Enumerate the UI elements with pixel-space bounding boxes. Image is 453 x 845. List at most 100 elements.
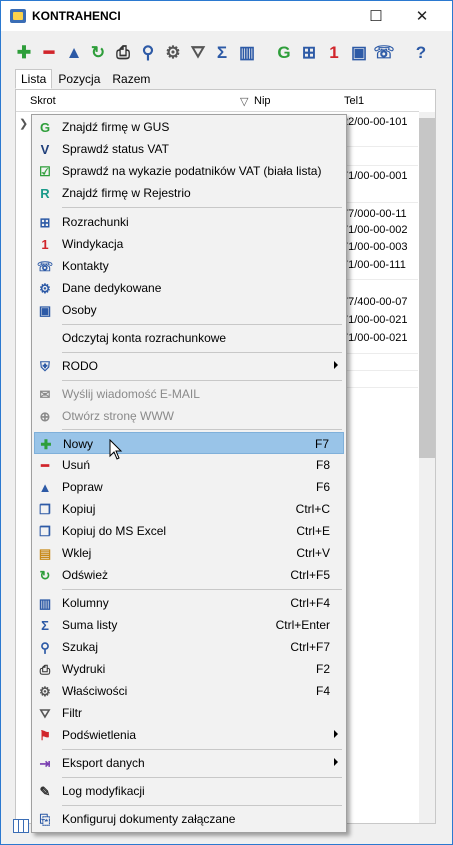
menu-item-kopiuj[interactable]: ❐ Kopiuj Ctrl+C — [34, 498, 344, 520]
menu-separator — [62, 207, 342, 208]
menu-item-kopiuj-excel[interactable]: ❐ Kopiuj do MS Excel Ctrl+E — [34, 520, 344, 542]
menu-item-szukaj[interactable]: ⚲ Szukaj Ctrl+F7 — [34, 636, 344, 658]
tel1-cell: 77/400-00-07 — [342, 296, 408, 308]
filter-icon[interactable]: ⛛ — [188, 42, 208, 62]
menu-separator — [62, 749, 342, 750]
tab-razem[interactable]: Razem — [106, 69, 156, 89]
menu-item-wydruki[interactable]: ⎙ Wydruki F2 — [34, 658, 344, 680]
menu-item-shortcut: Ctrl+E — [296, 524, 330, 538]
column-header-tel1[interactable]: Tel1 — [344, 95, 364, 107]
contacts-icon[interactable]: ☏ — [373, 42, 394, 62]
menu-item-eksport[interactable]: ⇥ Eksport danych — [34, 752, 344, 774]
help-icon[interactable]: ? — [411, 42, 431, 62]
print-icon: ⎙ — [39, 661, 51, 677]
menu-item-suma-listy[interactable]: Σ Suma listy Ctrl+Enter — [34, 614, 344, 636]
maximize-button[interactable]: ☐ — [359, 1, 393, 31]
menu-item-rozrachunki[interactable]: ⊞ Rozrachunki — [34, 211, 344, 233]
submenu-arrow-icon — [334, 730, 338, 738]
remove-icon[interactable]: ━ — [39, 42, 59, 62]
menu-item-white-list[interactable]: ☑ Sprawdź na wykazie podatników VAT (biał… — [34, 160, 344, 182]
menu-item-label: Suma listy — [62, 618, 118, 632]
sort-desc-icon: ▽ — [240, 96, 249, 108]
menu-item-label: Sprawdź na wykazie podatników VAT (biała… — [62, 164, 322, 178]
menu-item-label: Wklej — [62, 546, 92, 560]
menu-item-label: Dane dedykowane — [62, 281, 162, 295]
menu-item-gus[interactable]: G Znajdź firmę w GUS — [34, 116, 344, 138]
settlements-icon: ⊞ — [39, 214, 51, 230]
add-icon[interactable]: ✚ — [14, 42, 34, 62]
menu-item-konfiguruj[interactable]: ⎘ Konfiguruj dokumenty załączane — [34, 808, 344, 830]
menu-item-wklej[interactable]: ▤ Wklej Ctrl+V — [34, 542, 344, 564]
persons-icon[interactable]: ▣ — [349, 42, 369, 62]
export-icon: ⇥ — [39, 755, 51, 771]
menu-separator — [62, 352, 342, 353]
contacts-icon: ☏ — [36, 258, 54, 274]
menu-item-shortcut: Ctrl+F5 — [290, 568, 330, 582]
refresh-icon[interactable]: ↻ — [88, 42, 108, 62]
menu-item-podswietlenia[interactable]: ⚑ Podświetlenia — [34, 724, 344, 746]
log-icon: ✎ — [39, 783, 51, 799]
menu-item-dane-dedykowane[interactable]: ⚙ Dane dedykowane — [34, 277, 344, 299]
menu-item-shortcut: F6 — [315, 480, 330, 494]
menu-item-label: Kopiuj — [62, 502, 96, 516]
close-button[interactable]: ✕ — [405, 1, 439, 31]
current-row-marker: ❯ — [19, 118, 29, 130]
menu-item-vat-status[interactable]: V Sprawdź status VAT — [34, 138, 344, 160]
menu-item-windykacja[interactable]: 1 Windykacja — [34, 233, 344, 255]
menu-item-label: Szukaj — [62, 640, 99, 654]
email-icon: ✉ — [39, 386, 51, 402]
gus-icon[interactable]: G — [274, 42, 294, 62]
copy-excel-icon: ❐ — [39, 523, 51, 539]
tel1-cell: 71/00-00-002 — [342, 224, 408, 236]
menu-item-shortcut: Ctrl+F4 — [290, 596, 330, 610]
column-header-skrot[interactable]: Skrot — [30, 95, 56, 107]
menu-item-label: Podświetlenia — [62, 728, 137, 742]
menu-item-odczytaj-konta[interactable]: Odczytaj konta rozrachunkowe — [34, 327, 344, 349]
menu-item-usun[interactable]: ━ Usuń F8 — [34, 454, 344, 476]
menu-separator — [62, 777, 342, 778]
menu-item-log[interactable]: ✎ Log modyfikacji — [34, 780, 344, 802]
table-view-icon[interactable] — [13, 819, 29, 833]
menu-item-label: Otwórz stronę WWW — [62, 409, 175, 423]
submenu-arrow-icon — [334, 361, 338, 369]
sum-icon[interactable]: Σ — [212, 42, 232, 62]
menu-item-popraw[interactable]: ▲ Popraw F6 — [34, 476, 344, 498]
columns-icon[interactable]: ▥ — [237, 42, 257, 62]
menu-item-shortcut: F4 — [315, 684, 330, 698]
whitelist-icon: ☑ — [39, 163, 51, 179]
tel1-cell: 71/00-00-021 — [342, 332, 408, 344]
menu-item-rejestrio[interactable]: R Znajdź firmę w Rejestrio — [34, 182, 344, 204]
print-icon[interactable]: ⎙ — [113, 42, 133, 62]
tel1-cell: 71/00-00-001 — [342, 170, 408, 182]
tab-lista[interactable]: Lista — [15, 69, 53, 89]
menu-item-label: Znajdź firmę w GUS — [62, 120, 170, 134]
menu-item-shortcut: F8 — [315, 458, 330, 472]
settlements-icon[interactable]: ⊞ — [299, 42, 319, 62]
menu-separator — [62, 324, 342, 325]
menu-item-odswiez[interactable]: ↻ Odśwież Ctrl+F5 — [34, 564, 344, 586]
menu-item-nowy[interactable]: ✚ Nowy F7 — [34, 432, 344, 454]
settings-icon[interactable]: ⚙ — [163, 42, 183, 62]
menu-item-kontakty[interactable]: ☏ Kontakty — [34, 255, 344, 277]
edit-icon[interactable]: ▲ — [64, 42, 84, 62]
grid-header: Skrot ▽ Nip Tel1 — [16, 90, 419, 112]
highlight-icon: ⚑ — [39, 727, 51, 743]
rejestrio-icon: R — [40, 185, 50, 201]
menu-item-kolumny[interactable]: ▥ Kolumny Ctrl+F4 — [34, 592, 344, 614]
menu-item-wlasciwosci[interactable]: ⚙ Właściwości F4 — [34, 680, 344, 702]
scrollbar-thumb[interactable] — [419, 118, 435, 458]
column-header-nip[interactable]: Nip — [254, 95, 271, 107]
menu-item-www: ⊕ Otwórz stronę WWW — [34, 405, 344, 427]
menu-item-osoby[interactable]: ▣ Osoby — [34, 299, 344, 321]
tel1-cell: 71/00-00-111 — [342, 259, 406, 271]
tab-pozycja[interactable]: Pozycja — [52, 69, 106, 89]
menu-item-shortcut: F7 — [314, 437, 329, 451]
search-icon[interactable]: ⚲ — [138, 42, 158, 62]
calendar-icon[interactable]: 1 — [324, 42, 344, 62]
menu-item-label: Rozrachunki — [62, 215, 129, 229]
menu-item-rodo[interactable]: ⛨ RODO — [34, 355, 344, 377]
menu-item-filtr[interactable]: ⛛ Filtr — [34, 702, 344, 724]
tab-strip: Lista Pozycja Razem — [15, 69, 156, 89]
menu-item-label: Znajdź firmę w Rejestrio — [62, 186, 191, 200]
menu-item-label: Usuń — [62, 458, 91, 472]
